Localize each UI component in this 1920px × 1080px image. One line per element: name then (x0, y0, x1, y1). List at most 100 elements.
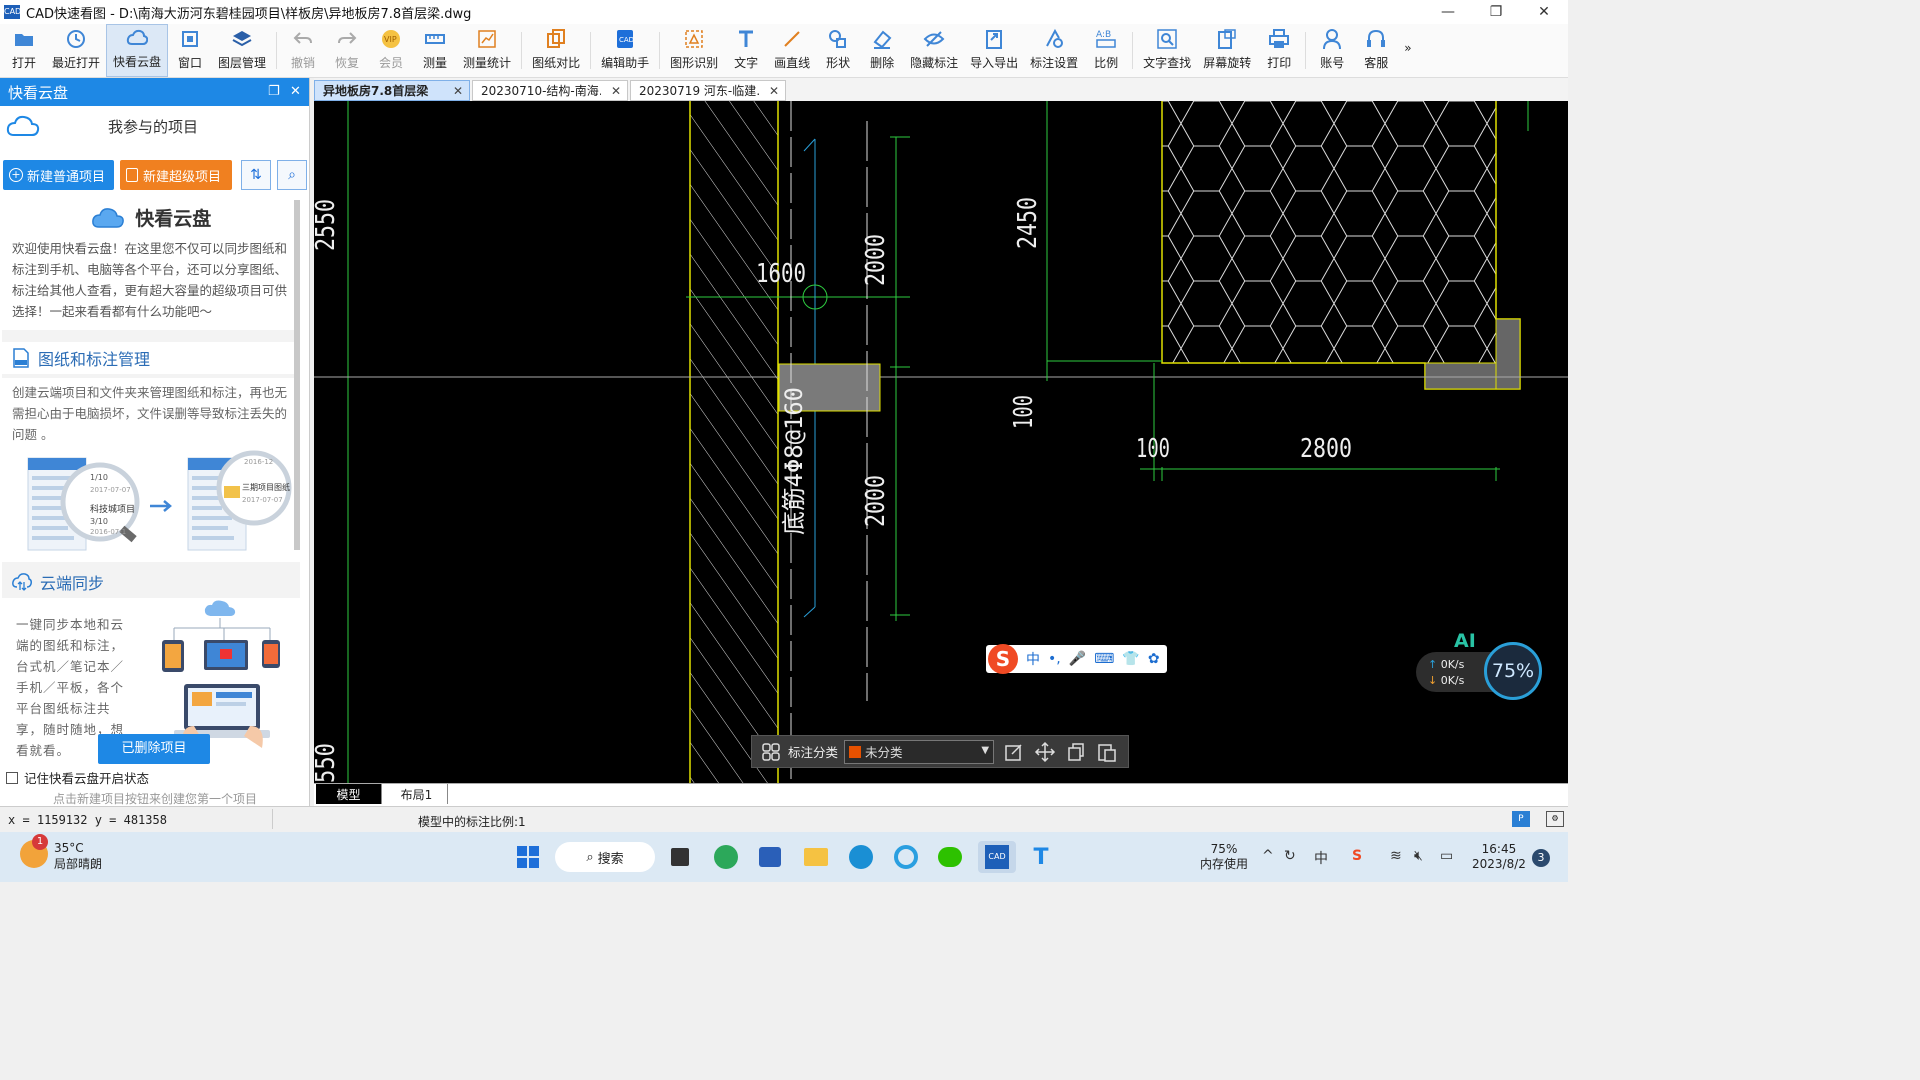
paste-icon[interactable] (1096, 741, 1118, 763)
search-button[interactable]: ⌕ (277, 160, 307, 190)
memory-usage[interactable]: 75% 内存使用 (1200, 842, 1248, 872)
document-tab-2[interactable]: 20230719 河东-临建… ✕ (630, 80, 786, 101)
grid-icon[interactable] (760, 741, 782, 763)
battery-icon[interactable]: ▭ (1440, 848, 1453, 864)
document-tab-1[interactable]: 20230710-结构-南海… ✕ (472, 80, 628, 101)
layout-tab-0[interactable]: 模型 (316, 784, 382, 804)
tray-ime-icon[interactable]: 中 (1314, 848, 1328, 868)
new-super-project-button[interactable]: 新建超级项目 (120, 160, 232, 190)
cad-drawing[interactable]: 1600 2000 2000 2450 100 100 2800 2550 55… (314, 101, 1568, 783)
tab-close-icon[interactable]: ✕ (769, 84, 779, 98)
sync-button[interactable]: ⇅ (241, 160, 271, 190)
tab-close-icon[interactable]: ✕ (453, 84, 463, 98)
sogou-logo-icon[interactable]: S (988, 644, 1018, 674)
deleted-projects-button[interactable]: 已删除项目 (98, 734, 210, 764)
toolbar-item-19[interactable]: 标注设置 (1024, 24, 1084, 77)
toolbar-item-3[interactable]: 窗口 (168, 24, 212, 77)
panel-float-icon[interactable]: ❐ (268, 84, 280, 99)
system-clock[interactable]: 16:45 2023/8/2 (1472, 842, 1526, 872)
toolbar-item-22[interactable]: 屏幕旋转 (1197, 24, 1257, 77)
ie-icon[interactable] (890, 841, 922, 873)
network-speed-widget[interactable]: AI ↑ 0K/s ↓ 0K/s 75% (1416, 630, 1542, 702)
cad-app-taskbar-icon[interactable]: CAD (978, 841, 1016, 873)
ime-item-1[interactable]: •, (1048, 651, 1061, 667)
ime-toolbar[interactable]: S 中 •, 🎤 ⌨ 👕 ✿ (986, 644, 1167, 674)
settings-toggle-icon[interactable]: ⚙ (1546, 811, 1564, 827)
ime-item-3[interactable]: ⌨ (1094, 651, 1114, 667)
toolbar-item-0[interactable]: 打开 (2, 24, 46, 77)
taskbar-search[interactable]: ⌕ 搜索 (555, 842, 655, 872)
wechat-icon[interactable] (934, 841, 966, 873)
toolbar-item-9[interactable]: 测量统计 (457, 24, 517, 77)
toolbar-item-16[interactable]: 删除 (860, 24, 904, 77)
toolbar-item-18[interactable]: 导入导出 (964, 24, 1024, 77)
remember-state-checkbox[interactable]: 记住快看云盘开启状态 (6, 768, 149, 787)
document-tab-0[interactable]: 异地板房7.8首层梁 ✕ (314, 80, 470, 101)
toolbar-item-4[interactable]: 图层管理 (212, 24, 272, 77)
weather-widget[interactable]: 1 35°C 局部晴朗 (20, 834, 102, 872)
file-explorer-icon[interactable] (800, 841, 832, 873)
compare-icon (547, 29, 566, 48)
restore-button[interactable]: ❐ (1472, 0, 1520, 24)
dim-2550: 2550 (314, 199, 341, 251)
toolbar-item-21[interactable]: 文字查找 (1137, 24, 1197, 77)
toolbar-item-10[interactable]: 图纸对比 (526, 24, 586, 77)
browser-green-icon[interactable] (710, 841, 742, 873)
toolbar-item-13[interactable]: 文字 (724, 24, 768, 77)
close-button[interactable]: ✕ (1520, 0, 1568, 24)
toolbar-item-2[interactable]: 快看云盘 (106, 24, 169, 77)
notification-badge[interactable]: 3 (1532, 849, 1550, 867)
toolbar-item-7[interactable]: VIP 会员 (369, 24, 413, 77)
layout-tab-1[interactable]: 布局1 (386, 784, 448, 804)
download-speed: ↓ 0K/s (1428, 674, 1465, 687)
toolbar-item-17[interactable]: 隐藏标注 (904, 24, 964, 77)
ime-item-0[interactable]: 中 (1026, 649, 1040, 669)
new-normal-project-button[interactable]: + 新建普通项目 (3, 160, 114, 190)
toolbar-item-8[interactable]: 测量 (413, 24, 457, 77)
task-view-icon[interactable] (664, 841, 696, 873)
edge-icon[interactable] (845, 841, 877, 873)
toolbar-item-12[interactable]: 图形识别 (664, 24, 724, 77)
text-icon (739, 30, 754, 47)
checkbox-box[interactable] (6, 771, 18, 784)
toolbar-label: 测量统计 (463, 56, 512, 70)
toolbar-item-5[interactable]: 撤销 (281, 24, 325, 77)
ime-item-5[interactable]: ✿ (1148, 651, 1160, 667)
store-icon[interactable] (754, 841, 786, 873)
toolbar-item-11[interactable]: CAD 编辑助手 (595, 24, 655, 77)
snap-toggle-icon[interactable]: P (1512, 811, 1530, 827)
tray-sogou-icon[interactable]: S (1352, 848, 1362, 864)
toolbar-item-25[interactable]: 客服 (1354, 24, 1398, 77)
toolbar-label: 快看云盘 (113, 55, 162, 69)
toolbar-label: 画直线 (774, 56, 811, 70)
status-bar: x = 1159132 y = 481358 模型中的标注比例:1 P ⚙ (0, 806, 1568, 832)
toolbar-item-20[interactable]: A:B 比例 (1084, 24, 1128, 77)
toolbar-item-6[interactable]: 恢复 (325, 24, 369, 77)
start-button[interactable] (512, 841, 544, 873)
toolbar-item-24[interactable]: 账号 (1310, 24, 1354, 77)
panel-close-icon[interactable]: ✕ (290, 84, 301, 99)
toolbar-more-icon[interactable]: » (1398, 24, 1417, 77)
annotation-category-select[interactable]: 未分类 ▼ (844, 739, 995, 764)
cad-canvas[interactable]: 1600 2000 2000 2450 100 100 2800 2550 55… (314, 101, 1568, 783)
ime-item-4[interactable]: 👕 (1122, 651, 1139, 667)
toolbar-item-1[interactable]: 最近打开 (46, 24, 106, 77)
edit-icon[interactable] (1003, 741, 1025, 763)
toolbar-item-14[interactable]: 画直线 (768, 24, 816, 77)
copy-icon[interactable] (1065, 741, 1087, 763)
clock-time: 16:45 (1481, 842, 1517, 856)
volume-muted-icon[interactable]: 🔇︎ (1414, 848, 1423, 864)
toolbar-item-23[interactable]: 打印 (1257, 24, 1301, 77)
minimize-button[interactable]: — (1424, 0, 1472, 24)
intro-scrollbar[interactable] (294, 200, 300, 550)
tray-expand-icon[interactable]: ^ (1262, 848, 1274, 864)
move-icon[interactable] (1034, 741, 1056, 763)
toolbar-item-15[interactable]: 形状 (816, 24, 860, 77)
intro-content[interactable]: 快看云盘 欢迎使用快看云盘！在这里您不仅可以同步图纸和标注到手机、电脑等各个平台… (2, 200, 300, 806)
tab-close-icon[interactable]: ✕ (611, 84, 621, 98)
wifi-icon[interactable]: ≋ (1390, 848, 1402, 864)
undo-icon (293, 32, 313, 44)
tray-sync-icon[interactable]: ↻ (1284, 848, 1296, 864)
ime-item-2[interactable]: 🎤 (1069, 651, 1086, 667)
text-app-icon[interactable]: T (1025, 841, 1057, 873)
